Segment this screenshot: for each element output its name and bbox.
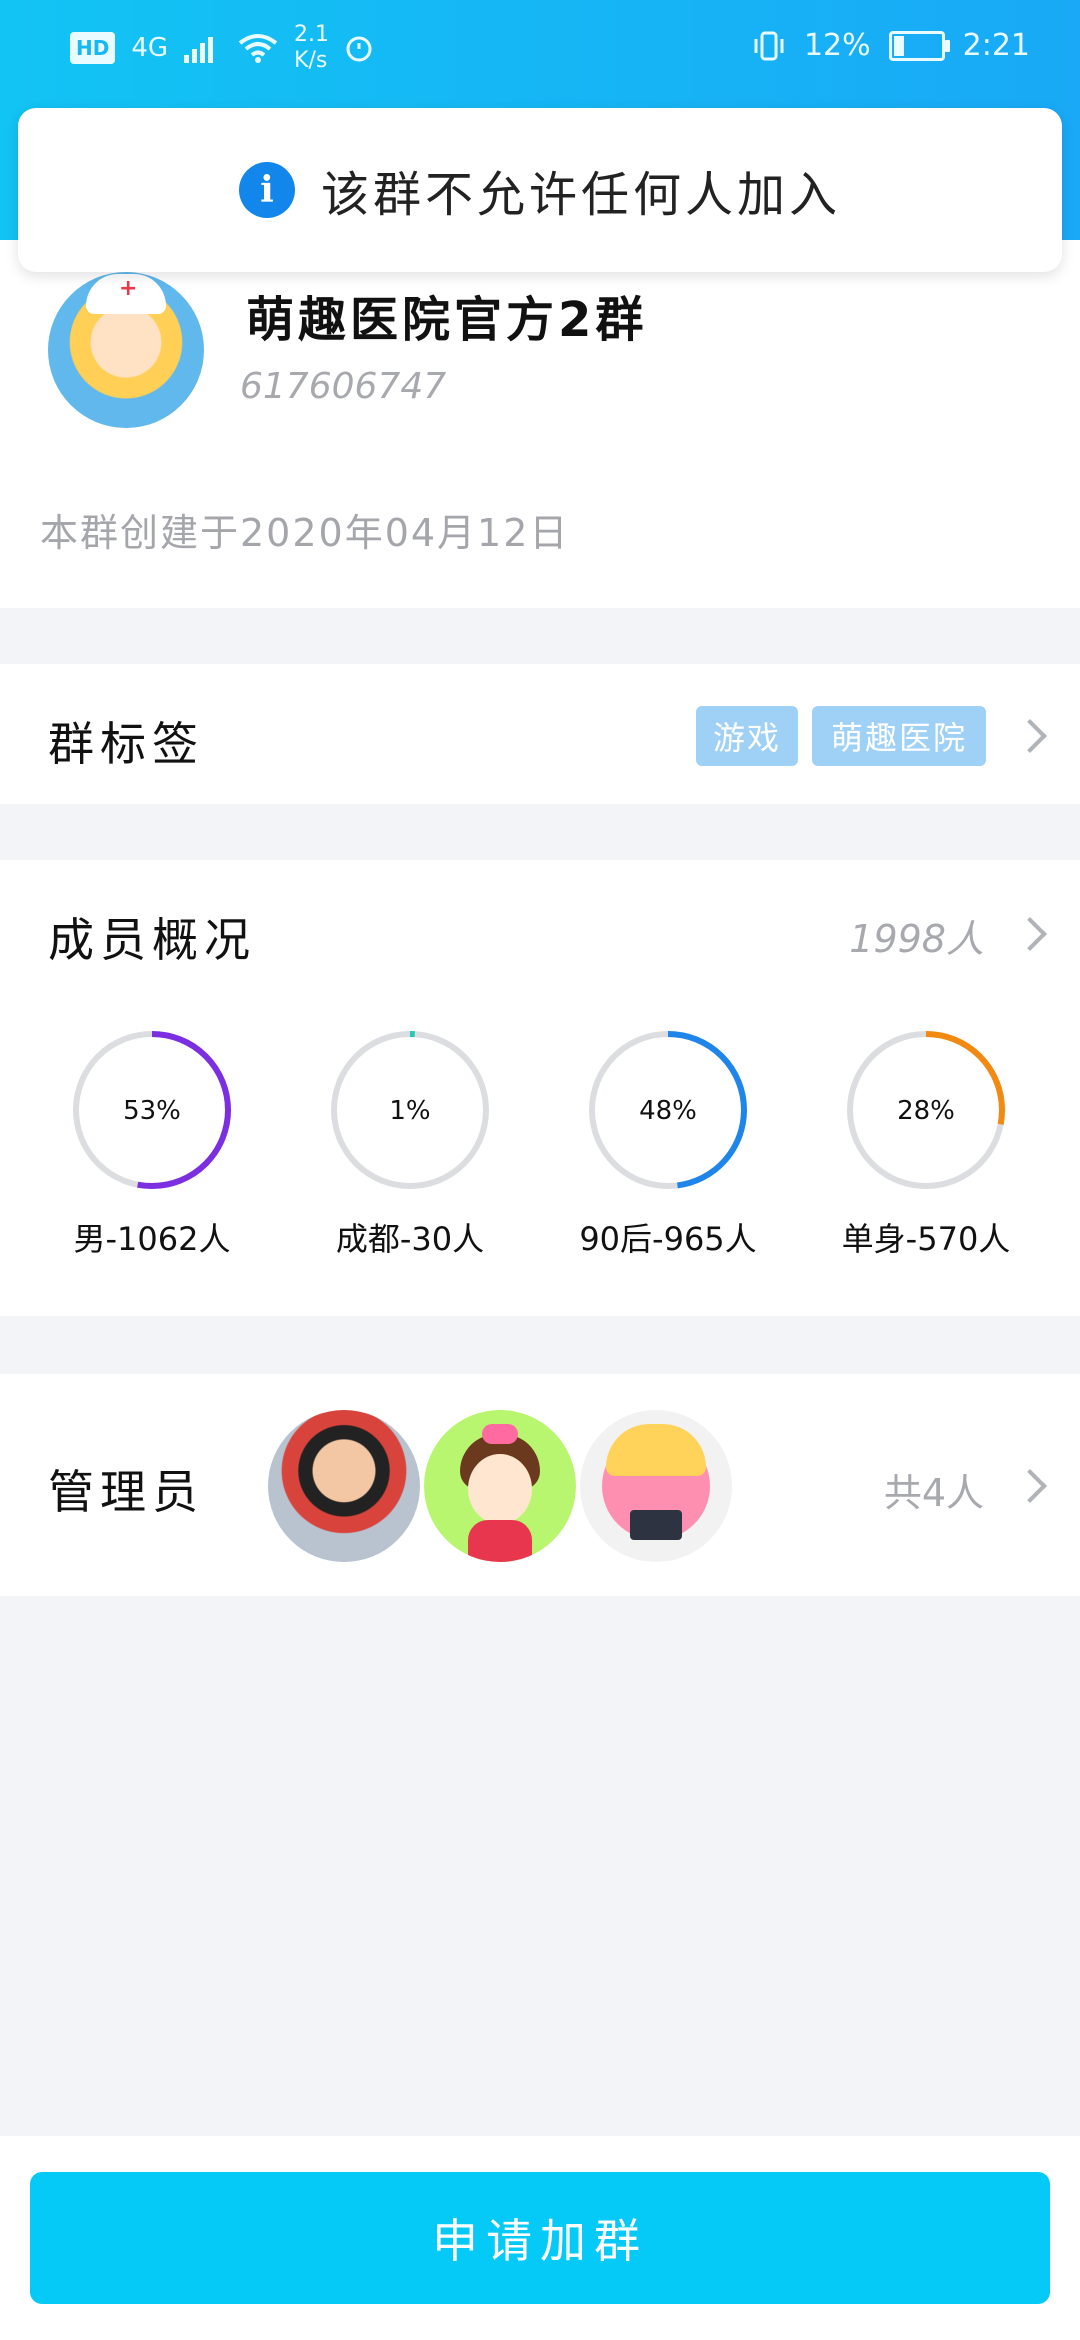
admins-count: 共4人: [883, 1471, 984, 1515]
toast-text: 该群不允许任何人加入: [320, 167, 841, 223]
network-label: 4G: [131, 33, 169, 63]
hd-icon: HD: [70, 32, 116, 64]
stat-age: 48% 90后-965人: [568, 1028, 768, 1260]
chevron-right-icon: [1013, 719, 1047, 753]
stat-percent: 48%: [639, 1096, 697, 1126]
admins-row[interactable]: 管理员 共4人: [0, 1374, 1080, 1596]
stat-ring: 28%: [847, 1031, 1005, 1189]
stat-label: 90后-965人: [579, 1220, 757, 1258]
admins-title: 管理员: [48, 1465, 204, 1519]
group-tags-title: 群标签: [48, 717, 204, 771]
info-icon: i: [238, 162, 295, 218]
group-name: 萌趣医院官方2群: [246, 292, 648, 348]
apply-join-button[interactable]: 申请加群: [30, 2172, 1050, 2304]
group-info-card: + 萌趣医院官方2群 617606747 本群创建于2020年04月12日: [0, 240, 1080, 608]
stat-city: 1% 成都-30人: [310, 1028, 510, 1260]
tag-hospital[interactable]: 萌趣医院: [812, 706, 986, 766]
stat-gender: 53% 男-1062人: [52, 1028, 252, 1260]
wifi-icon: [238, 34, 278, 63]
admin-avatar[interactable]: [268, 1410, 420, 1562]
battery-icon: [888, 30, 950, 61]
group-avatar[interactable]: +: [48, 272, 204, 428]
toast-message: i 该群不允许任何人加入: [18, 108, 1062, 272]
members-overview-card[interactable]: 成员概况 1998人 53% 男-1062人 1% 成都-30人 48% 90后-96…: [0, 860, 1080, 1316]
network-speed: 2.1 K/s: [294, 22, 330, 73]
signal-icon: [184, 37, 214, 63]
members-title: 成员概况: [48, 913, 256, 967]
members-count: 1998人: [849, 917, 984, 961]
chevron-right-icon: [1013, 917, 1047, 951]
bottom-bar: 申请加群: [0, 2136, 1080, 2340]
stat-percent: 1%: [389, 1096, 430, 1126]
stat-percent: 28%: [897, 1096, 955, 1126]
battery-percent: 12%: [803, 28, 871, 63]
admin-avatar[interactable]: [424, 1410, 576, 1562]
stat-label: 成都-30人: [335, 1220, 485, 1258]
admin-avatar[interactable]: [580, 1410, 732, 1562]
stat-label: 男-1062人: [73, 1220, 231, 1258]
stat-ring: 48%: [589, 1031, 747, 1189]
stat-single: 28% 单身-570人: [826, 1028, 1026, 1260]
stat-label: 单身-570人: [841, 1220, 1011, 1258]
group-tags-row[interactable]: 群标签 游戏 萌趣医院: [0, 664, 1080, 804]
chevron-right-icon: [1013, 1469, 1047, 1503]
vibrate-icon: [754, 31, 784, 60]
tag-game[interactable]: 游戏: [696, 706, 798, 766]
clock: 2:21: [962, 28, 1030, 63]
timer-icon: [346, 36, 372, 62]
group-created-date: 本群创建于2020年04月12日: [40, 511, 570, 555]
group-id: 617606747: [240, 366, 447, 407]
stat-ring: 1%: [331, 1031, 489, 1189]
stat-ring: 53%: [73, 1031, 231, 1189]
stat-percent: 53%: [123, 1096, 181, 1126]
status-bar: HD 4G 2.1 K/s 12% 2:21: [0, 0, 1080, 100]
